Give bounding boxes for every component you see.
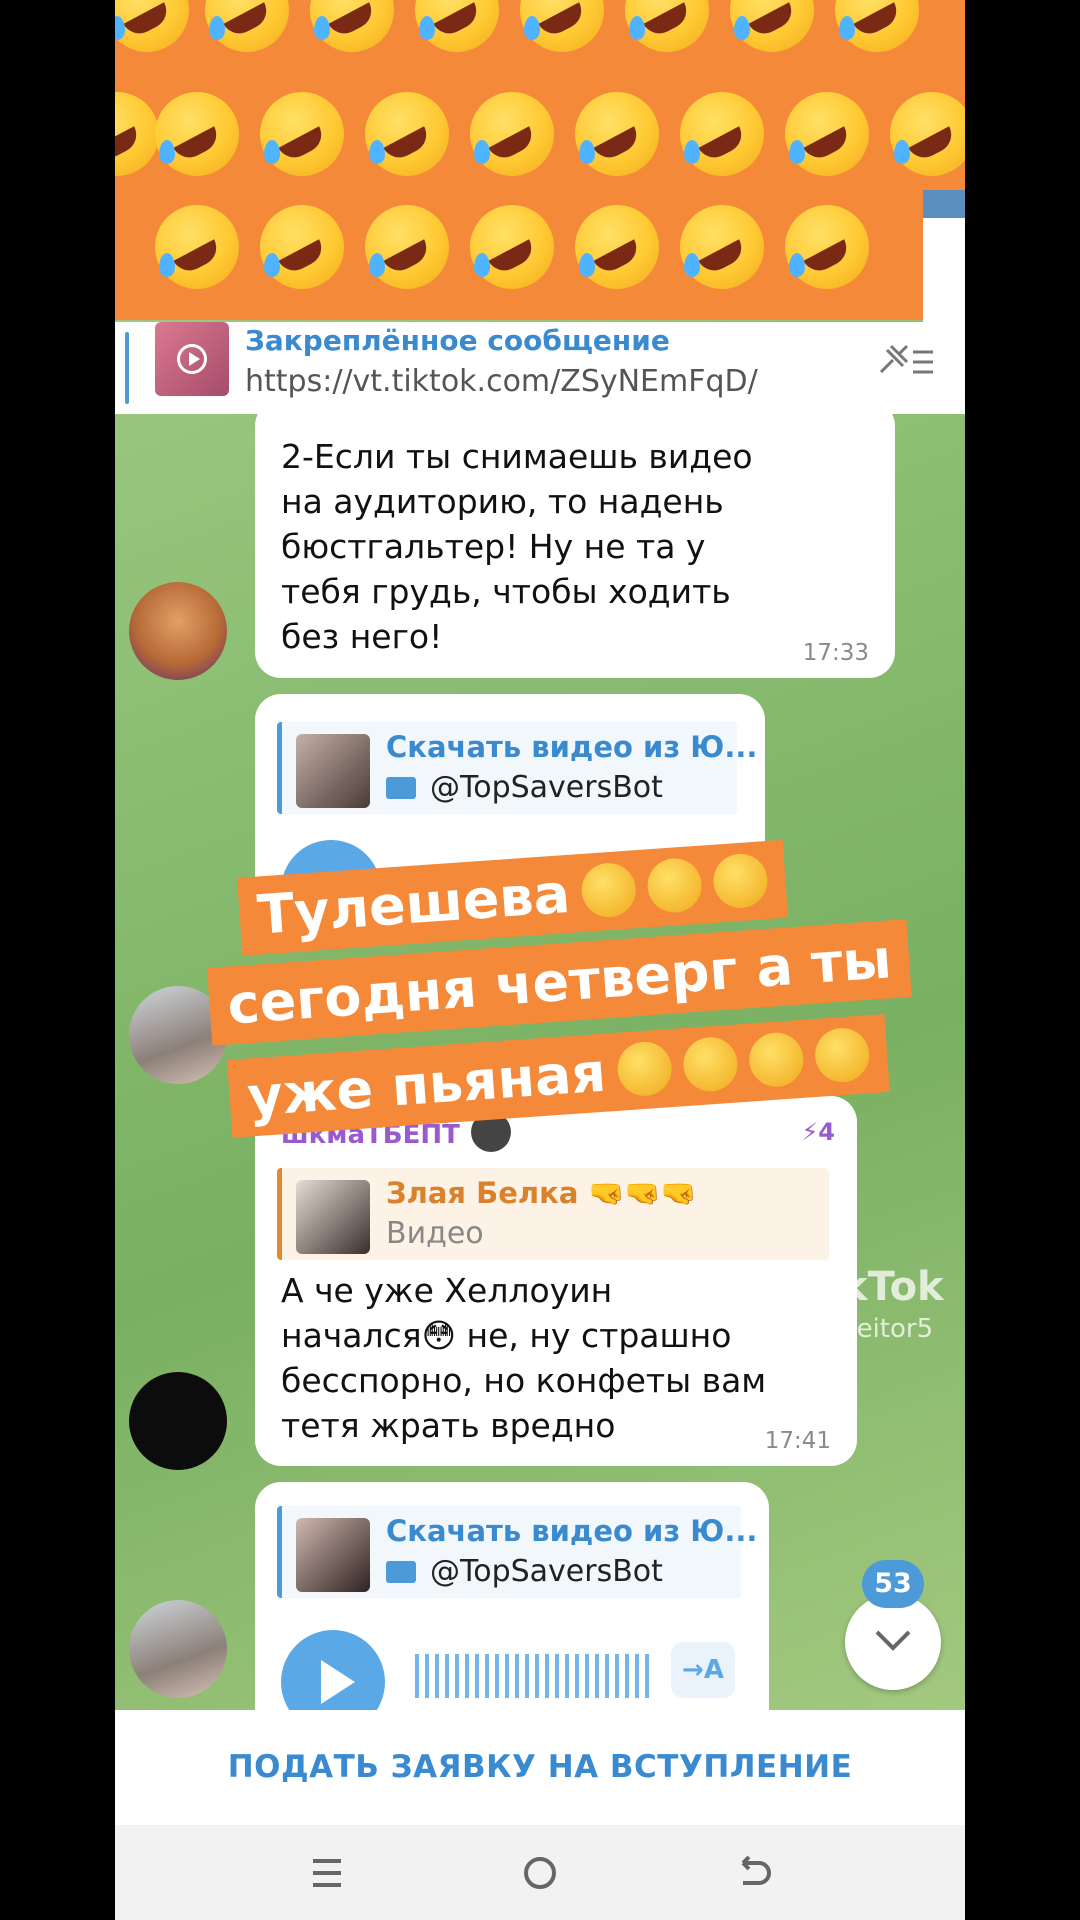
pinned-thumbnail [155,322,229,396]
avatar[interactable] [129,582,227,680]
chevron-down-icon [875,1630,911,1651]
header-accent [923,190,965,218]
text-line: без него! [281,617,443,656]
rofl-emoji-icon [681,1035,740,1094]
rofl-emoji-icon [470,205,554,289]
pinned-title: Закреплённое сообщение [245,324,670,357]
play-icon [321,1660,355,1704]
text-line: на аудиторию, то надень [281,482,724,521]
reply-bot: @TopSaversBot [386,770,663,805]
text-line: А че уже Хеллоуин [281,1271,613,1310]
join-bar: ПОДАТЬ ЗАЯВКУ НА ВСТУПЛЕНИЕ [115,1710,965,1825]
tiktok-brand: TikTok [750,1262,944,1310]
text-line: бесспорно, но конфеты вам [281,1361,767,1400]
reply-preview[interactable]: Злая Белка 🤜🤜🤜 Видео [277,1168,829,1260]
rofl-emoji-icon [813,1026,871,1084]
inbox-tray-icon [386,777,416,799]
rofl-emoji-icon [615,1040,674,1098]
rofl-emoji-icon [365,205,449,289]
message-time: 17:41 [764,1428,831,1454]
message-text: А че уже Хеллоуин начался😳 не, ну страшн… [281,1268,766,1448]
transcribe-label: →A [682,1655,724,1685]
rofl-emoji-icon [711,852,770,910]
rofl-emoji-icon [260,92,344,176]
pinned-message-bar[interactable]: Закреплённое сообщение https://vt.tiktok… [115,322,965,414]
rofl-emoji-icon [470,92,554,176]
rofl-emoji-icon [365,92,449,176]
boost-count: ⚡4 [801,1118,835,1146]
message-bubble[interactable]: Скачать видео из Ю... @TopSaversBot →A [255,1482,769,1742]
reply-title: Скачать видео из Ю... [386,1514,758,1548]
caption-text: Тулешева [255,861,572,947]
join-request-button[interactable]: ПОДАТЬ ЗАЯВКУ НА ВСТУПЛЕНИЕ [115,1710,965,1825]
rofl-emoji-icon [575,92,659,176]
rofl-emoji-icon [785,92,869,176]
rofl-emoji-icon [155,205,239,289]
tiktok-username: @xeitor5 [816,1314,934,1344]
home-icon[interactable] [518,1851,562,1895]
rofl-emoji-icon [575,205,659,289]
unread-count-badge: 53 [862,1560,924,1608]
reply-type: Видео [386,1216,484,1251]
rofl-emoji-icon [747,1030,806,1089]
pinned-accent-bar [125,332,129,404]
reply-thumbnail [296,1180,370,1254]
rofl-emoji-icon [680,92,764,176]
tiktok-name-label: TikTok [800,1264,944,1310]
transcribe-button[interactable]: →A [671,1642,735,1698]
reply-bot: @TopSaversBot [386,1554,663,1589]
recent-apps-icon[interactable] [305,1851,349,1895]
rofl-emoji-icon [785,205,869,289]
tiktok-logo-icon [753,1264,787,1303]
reply-name: Злая Белка 🤜🤜🤜 [386,1176,697,1210]
play-icon [177,344,207,374]
reply-title: Скачать видео из Ю... [386,730,758,764]
reply-thumbnail [296,1518,370,1592]
rofl-emoji-icon [680,205,764,289]
text-line: тетя жрать вредно [281,1406,616,1445]
message-time: 17:33 [802,640,869,666]
text-line: бюстгальтер! Ну не та у [281,527,706,566]
system-navigation-bar [115,1825,965,1920]
reply-preview[interactable]: Скачать видео из Ю... @TopSaversBot [277,1506,757,1598]
reply-preview[interactable]: Скачать видео из Ю... @TopSaversBot [277,722,757,814]
avatar[interactable] [129,1600,227,1698]
tiktok-watermark: TikTok @xeitor5 [750,1262,944,1344]
boost-count-label: 4 [818,1118,835,1146]
avatar[interactable] [129,1372,227,1470]
text-line: 2-Если ты снимаешь видео [281,437,753,476]
inbox-tray-icon [386,1561,416,1583]
scroll-down-button[interactable] [845,1594,941,1690]
reply-thumbnail [296,734,370,808]
waveform[interactable] [415,1654,655,1698]
rofl-emoji-icon [260,205,344,289]
back-icon[interactable] [731,1851,775,1895]
emoji-banner [115,0,965,322]
message-text: 2-Если ты снимаешь видео на аудиторию, т… [281,434,753,659]
phone-screen: только этот, с пятнами! 2-Если ты снимае… [115,0,965,1920]
text-line: тебя грудь, чтобы ходить [281,572,731,611]
text-line: начался😳 не, ну страшно [281,1316,732,1355]
rofl-emoji-icon [645,856,704,915]
message-bubble[interactable]: только этот, с пятнами! 2-Если ты снимае… [255,379,895,678]
pin-list-icon[interactable] [877,342,937,382]
pinned-url[interactable]: https://vt.tiktok.com/ZSyNEmFqD/ [245,364,758,399]
rofl-emoji-icon [155,92,239,176]
reply-bot-label: @TopSaversBot [430,1554,663,1589]
rofl-emoji-icon [890,92,965,176]
rofl-emoji-icon [579,861,638,919]
reply-bot-label: @TopSaversBot [430,770,663,805]
